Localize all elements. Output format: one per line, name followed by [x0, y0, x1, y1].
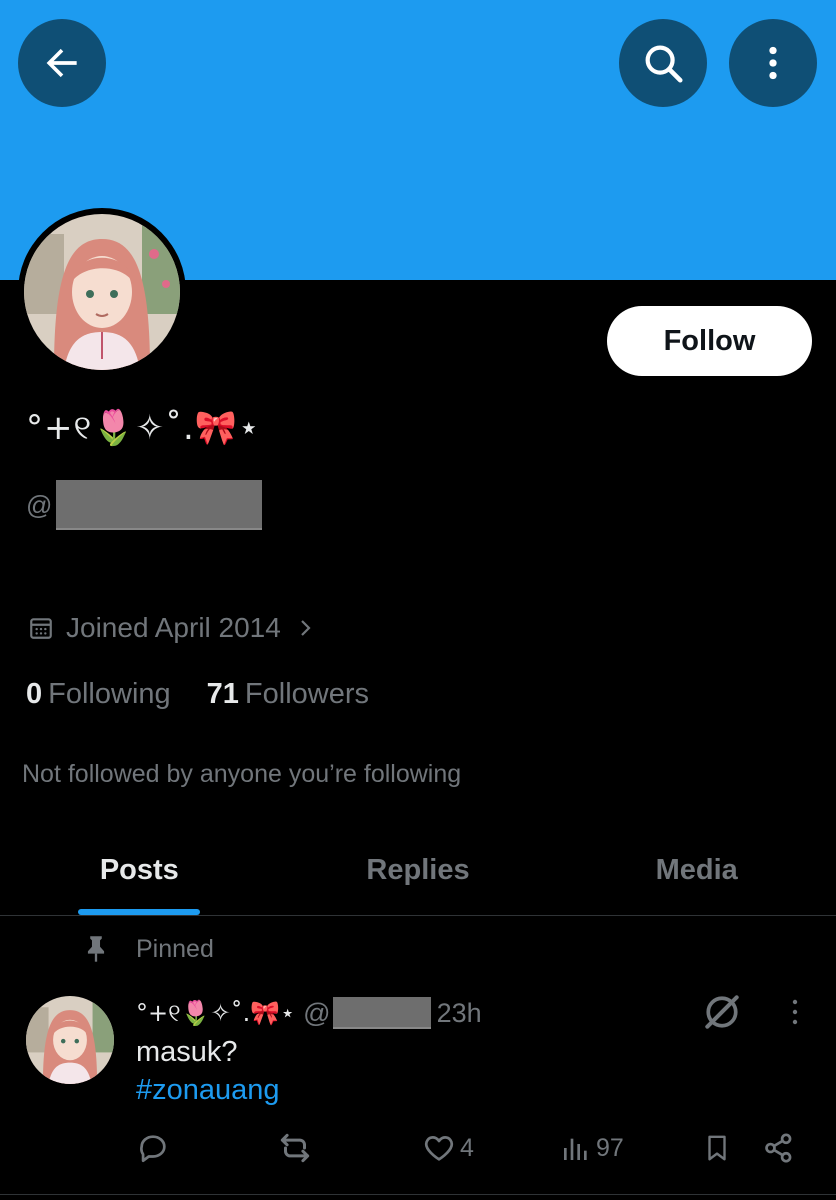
repost-button[interactable] — [276, 1126, 314, 1170]
followers-link[interactable]: 71 Followers — [207, 678, 369, 711]
profile-avatar[interactable] — [18, 208, 186, 376]
like-count: 4 — [460, 1133, 474, 1162]
handle-prefix: @ — [26, 489, 53, 520]
post-time[interactable]: 23h — [437, 998, 482, 1029]
views-button[interactable]: 97 — [560, 1126, 624, 1170]
profile-handle: @ — [26, 480, 263, 530]
joined-label: Joined April 2014 — [66, 612, 281, 643]
joined-date[interactable]: Joined April 2014 — [28, 612, 317, 644]
following-link[interactable]: 0 Following — [26, 678, 171, 711]
followers-count: 71 — [206, 678, 239, 710]
bookmark-button[interactable] — [702, 1126, 732, 1170]
reply-icon — [140, 1135, 166, 1163]
active-tab-indicator — [78, 909, 201, 915]
redacted-handle — [56, 480, 263, 530]
tab-replies[interactable]: Replies — [279, 826, 558, 915]
display-name: °+୧🌷✧˚.🎀⋆ — [26, 408, 261, 448]
tab-media[interactable]: Media — [557, 826, 836, 915]
calendar-icon — [30, 618, 52, 639]
more-vertical-icon — [792, 999, 798, 1025]
following-label: Following — [48, 678, 171, 710]
view-count: 97 — [596, 1133, 624, 1162]
redacted-post-handle — [332, 997, 431, 1029]
chevron-right-icon — [301, 620, 311, 636]
avatar-image — [24, 214, 180, 370]
post-more-button[interactable] — [783, 996, 807, 1033]
post-text: masuk? — [136, 1036, 238, 1068]
profile-tabs: Posts Replies Media — [0, 826, 836, 916]
post-hashtag[interactable]: #zonauang — [136, 1074, 280, 1107]
pin-icon — [87, 936, 105, 962]
back-button[interactable] — [18, 19, 106, 107]
not-followed-text: Not followed by anyone you’re following — [22, 760, 462, 788]
pinned-indicator: Pinned — [82, 934, 214, 964]
grok-button[interactable] — [700, 990, 744, 1039]
repost-icon — [280, 1133, 310, 1163]
arrow-left-icon — [46, 48, 77, 78]
like-button[interactable]: 4 — [422, 1126, 474, 1170]
post-author-avatar[interactable] — [26, 996, 114, 1084]
bookmark-icon — [708, 1135, 726, 1161]
pinned-label: Pinned — [136, 934, 214, 963]
search-icon — [645, 45, 683, 83]
post-actions: 4 97 — [0, 1126, 836, 1170]
grok-icon — [705, 995, 739, 1029]
tab-media-label: Media — [655, 854, 738, 886]
following-count: 0 — [26, 678, 43, 710]
tab-posts[interactable]: Posts — [0, 826, 279, 915]
post-author-name[interactable]: °+୧🌷✧˚.🎀⋆ — [136, 999, 295, 1027]
share-button[interactable] — [762, 1126, 796, 1170]
share-icon — [765, 1133, 792, 1163]
post-header: °+୧🌷✧˚.🎀⋆ @ 23h — [136, 994, 482, 1032]
views-icon — [564, 1138, 587, 1160]
reply-button[interactable] — [136, 1126, 170, 1170]
follow-button[interactable]: Follow — [607, 306, 812, 376]
tab-posts-label: Posts — [99, 854, 179, 886]
tab-replies-label: Replies — [366, 854, 470, 886]
search-button[interactable] — [619, 19, 707, 107]
post-handle-prefix: @ — [303, 997, 331, 1028]
followers-label: Followers — [244, 678, 369, 710]
follow-stats: 0 Following 71 Followers — [26, 678, 369, 711]
more-options-button[interactable] — [729, 19, 817, 107]
more-vertical-icon — [769, 46, 777, 80]
post-divider — [0, 1194, 836, 1195]
heart-icon — [424, 1136, 454, 1161]
